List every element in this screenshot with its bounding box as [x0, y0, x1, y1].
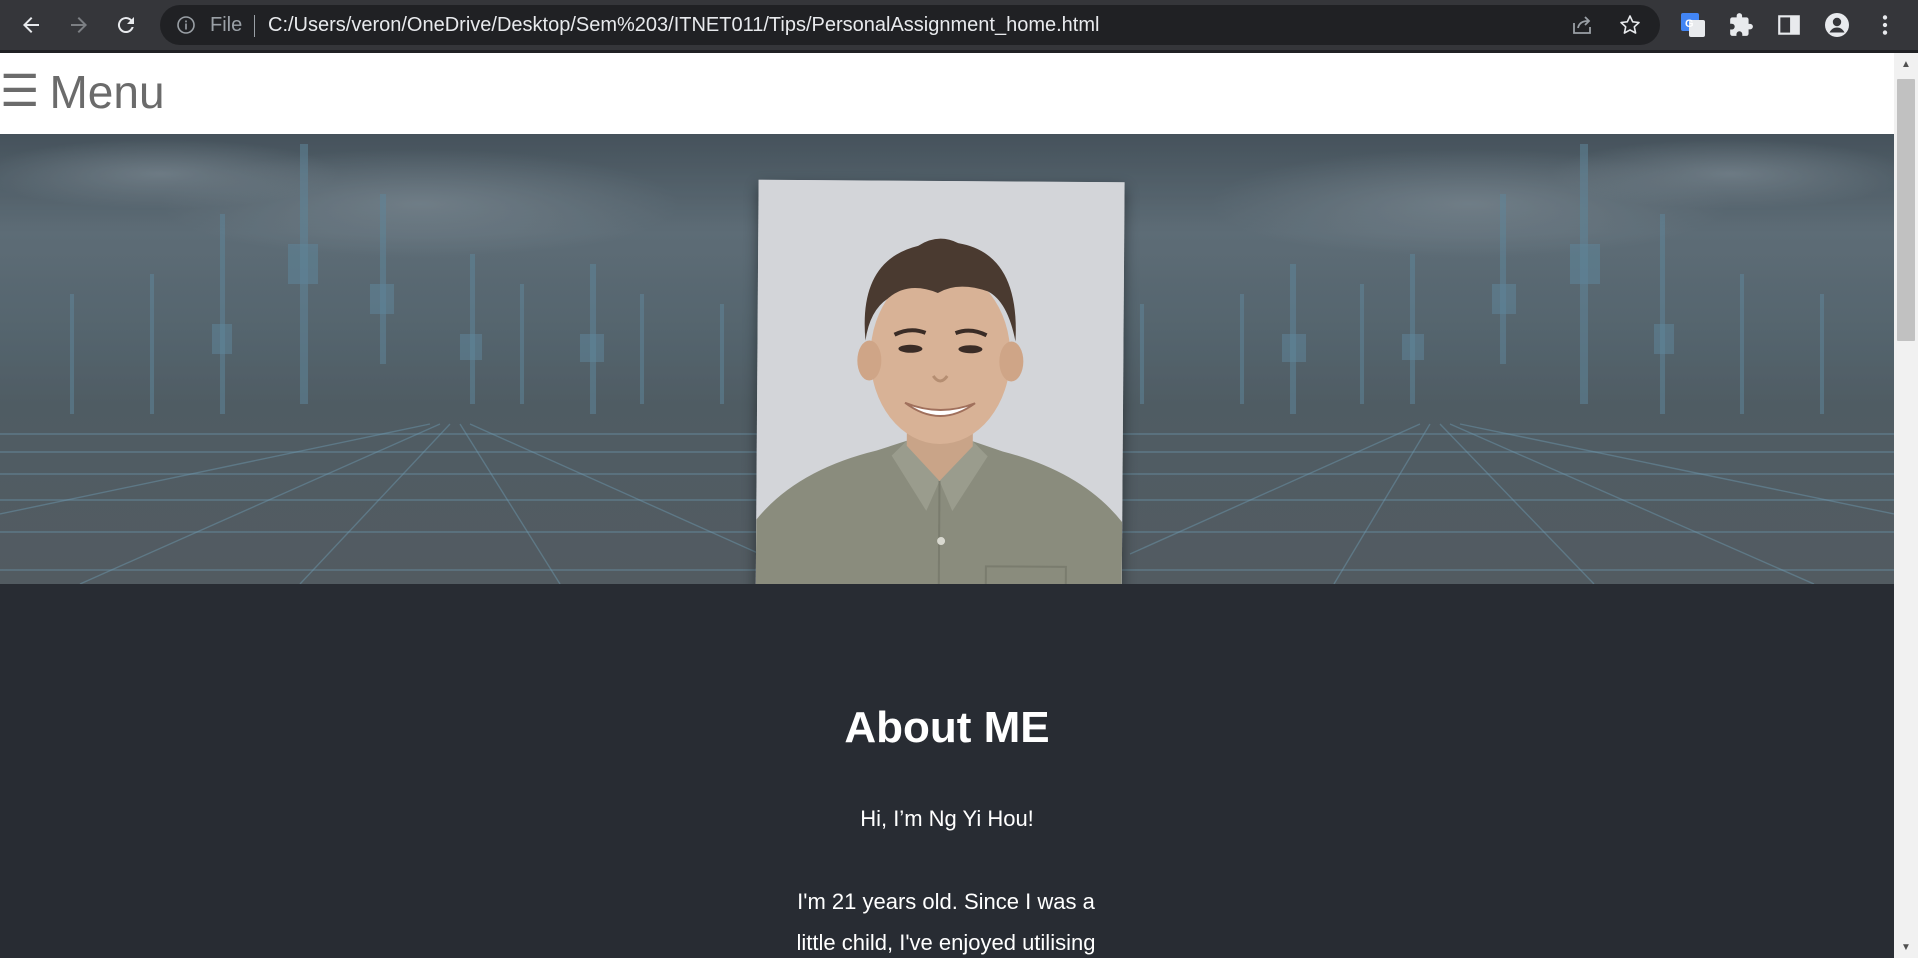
- omnibox-divider: [254, 15, 255, 37]
- about-body-text: I'm 21 years old. Since I was a little c…: [796, 889, 1096, 955]
- reload-icon: [117, 17, 134, 34]
- portrait-image: [755, 179, 1125, 642]
- scroll-up-arrow-icon[interactable]: ▲: [1894, 53, 1918, 75]
- menu-bar: ☰ Menu: [0, 53, 1894, 134]
- more-icon[interactable]: [1872, 12, 1898, 38]
- menu-label: Menu: [49, 66, 165, 118]
- info-icon[interactable]: [176, 15, 196, 35]
- browser-toolbar: File C:/Users/veron/OneDrive/Desktop/Sem…: [0, 0, 1918, 50]
- address-bar[interactable]: File C:/Users/veron/OneDrive/Desktop/Sem…: [160, 5, 1660, 45]
- google-translate-icon[interactable]: G: [1680, 12, 1706, 38]
- extensions-icon[interactable]: [1728, 12, 1754, 38]
- arrow-right-icon: [71, 17, 87, 33]
- about-title: About ME: [844, 703, 1050, 752]
- about-greeting: Hi, I’m Ng Yi Hou!: [860, 806, 1034, 831]
- page-viewport: ☰ Menu About ME Hi, I’m Ng Yi Hou! I'm 2…: [0, 53, 1894, 958]
- star-icon[interactable]: [1618, 13, 1642, 37]
- about-section: About ME Hi, I’m Ng Yi Hou! I'm 21 years…: [0, 584, 1894, 958]
- svg-text:G: G: [1685, 18, 1694, 30]
- arrow-left-icon: [23, 17, 39, 33]
- profile-icon[interactable]: [1824, 12, 1850, 38]
- menu-button[interactable]: ☰ Menu: [0, 67, 165, 117]
- scroll-down-arrow-icon[interactable]: ▼: [1894, 936, 1918, 958]
- page-scrollbar[interactable]: ▲ ▼: [1894, 53, 1918, 958]
- forward-button[interactable]: [61, 7, 97, 43]
- scrollbar-thumb[interactable]: [1897, 79, 1915, 341]
- reload-button[interactable]: [108, 7, 144, 43]
- hamburger-icon: ☰: [0, 67, 40, 116]
- profile-photo: [755, 179, 1125, 642]
- side-panel-icon[interactable]: [1776, 12, 1802, 38]
- url-text[interactable]: C:/Users/veron/OneDrive/Desktop/Sem%203/…: [268, 15, 1099, 35]
- share-icon[interactable]: [1570, 13, 1594, 37]
- scheme-label: File: [210, 14, 243, 36]
- back-button[interactable]: [13, 7, 49, 43]
